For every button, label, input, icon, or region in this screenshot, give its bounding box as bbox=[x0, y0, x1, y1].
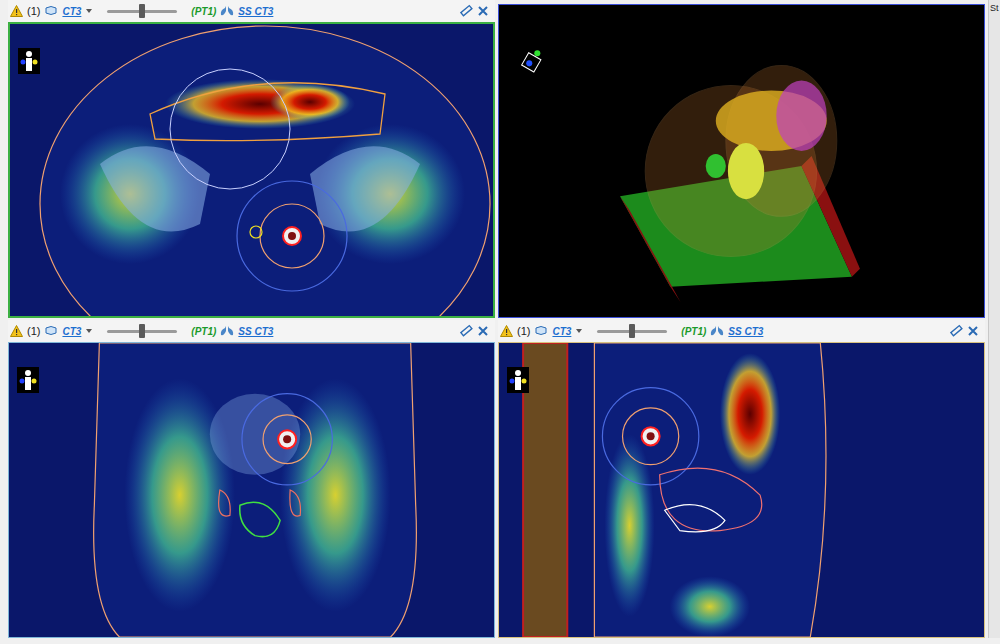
sagittal-image[interactable] bbox=[499, 343, 984, 637]
orientation-icon bbox=[507, 367, 529, 393]
viewer-layout: (1) CT3 (PT1) SS CT3 (1) CT3 (PT1) SS CT3 (1) CT3… bbox=[0, 0, 1000, 644]
structure-icon[interactable] bbox=[710, 325, 724, 337]
slider-thumb[interactable] bbox=[629, 324, 635, 338]
close-icon[interactable] bbox=[967, 325, 979, 337]
orientation-icon bbox=[17, 367, 39, 393]
measure-icon[interactable] bbox=[459, 4, 473, 18]
structure-icon[interactable] bbox=[220, 5, 234, 17]
dropdown-caret-icon[interactable] bbox=[575, 328, 583, 334]
orientation-cube-icon bbox=[522, 50, 541, 72]
fusion-label: (PT1) bbox=[191, 326, 216, 337]
structure-set-link[interactable]: SS CT3 bbox=[238, 6, 273, 17]
slider-thumb[interactable] bbox=[139, 4, 145, 18]
dropdown-caret-icon[interactable] bbox=[85, 8, 93, 14]
warning-count[interactable]: (1) bbox=[27, 325, 40, 337]
axial-viewer[interactable]: (1) CT3 (PT1) SS CT3 bbox=[8, 0, 495, 318]
fusion-label: (PT1) bbox=[191, 6, 216, 17]
side-panel: St bbox=[988, 0, 1000, 638]
warning-icon bbox=[10, 5, 23, 17]
image-view[interactable] bbox=[498, 4, 985, 318]
blend-slider[interactable] bbox=[107, 330, 177, 333]
fusion-label: (PT1) bbox=[681, 326, 706, 337]
viewer-toolbar: (1) CT3 (PT1) SS CT3 bbox=[8, 320, 495, 342]
measure-icon[interactable] bbox=[459, 324, 473, 338]
series-link[interactable]: CT3 bbox=[62, 326, 81, 337]
axial-image[interactable] bbox=[10, 24, 493, 316]
viewer-toolbar: (1) CT3 (PT1) SS CT3 bbox=[8, 0, 495, 22]
warning-count[interactable]: (1) bbox=[517, 325, 530, 337]
structure-icon[interactable] bbox=[220, 325, 234, 337]
series-link[interactable]: CT3 bbox=[62, 6, 81, 17]
dropdown-caret-icon[interactable] bbox=[85, 328, 93, 334]
close-icon[interactable] bbox=[477, 325, 489, 337]
image-view[interactable] bbox=[498, 342, 985, 638]
measure-icon[interactable] bbox=[949, 324, 963, 338]
sagittal-viewer[interactable]: (1) CT3 (PT1) SS CT3 bbox=[498, 320, 985, 638]
structure-set-link[interactable]: SS CT3 bbox=[238, 326, 273, 337]
series-icon[interactable] bbox=[44, 5, 58, 17]
slider-thumb[interactable] bbox=[139, 324, 145, 338]
coronal-image[interactable] bbox=[9, 343, 494, 637]
image-view[interactable] bbox=[8, 342, 495, 638]
blend-slider[interactable] bbox=[597, 330, 667, 333]
orientation-icon bbox=[18, 48, 40, 74]
series-icon[interactable] bbox=[44, 325, 58, 337]
close-icon[interactable] bbox=[477, 5, 489, 17]
warning-icon bbox=[10, 325, 23, 337]
image-view[interactable] bbox=[8, 22, 495, 318]
target-contours bbox=[237, 181, 347, 291]
structure-set-link[interactable]: SS CT3 bbox=[728, 326, 763, 337]
target-contours bbox=[602, 388, 698, 485]
volume-render[interactable] bbox=[499, 5, 984, 317]
viewer-toolbar: (1) CT3 (PT1) SS CT3 bbox=[498, 320, 985, 342]
blend-slider[interactable] bbox=[107, 10, 177, 13]
series-link[interactable]: CT3 bbox=[552, 326, 571, 337]
warning-icon bbox=[500, 325, 513, 337]
coronal-viewer[interactable]: (1) CT3 (PT1) SS CT3 bbox=[8, 320, 495, 638]
warning-count[interactable]: (1) bbox=[27, 5, 40, 17]
target-contours bbox=[242, 394, 332, 485]
series-icon[interactable] bbox=[534, 325, 548, 337]
3d-viewer[interactable] bbox=[498, 0, 985, 318]
